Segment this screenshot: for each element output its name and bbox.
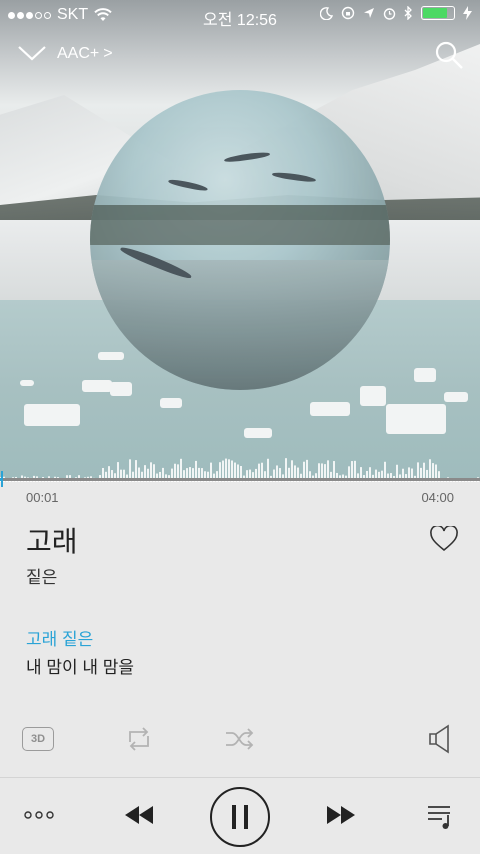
artist-name[interactable]: 짙은 — [26, 563, 57, 588]
lyric-current[interactable]: 고래 짙은 — [26, 625, 93, 650]
codec-label: AAC+ — [57, 45, 100, 62]
art-ice — [244, 428, 272, 438]
chevron-down-icon[interactable] — [16, 42, 48, 64]
battery-icon — [421, 6, 455, 20]
heart-icon[interactable] — [430, 526, 458, 552]
art-whale — [271, 170, 317, 184]
options-row: 3D — [0, 722, 480, 756]
pause-icon — [232, 805, 248, 829]
more-icon[interactable] — [22, 807, 56, 823]
art-whale — [223, 150, 271, 164]
art-ice — [160, 398, 182, 408]
art-ice — [444, 392, 468, 402]
codec-button[interactable]: AAC+ > — [57, 45, 113, 63]
divider — [0, 777, 480, 778]
chevron-right-icon: > — [103, 45, 113, 62]
pause-button[interactable] — [210, 787, 270, 847]
moon-icon — [320, 6, 333, 20]
repeat-icon[interactable] — [122, 722, 156, 756]
player-header: AAC+ > — [0, 38, 480, 72]
3d-button[interactable]: 3D — [22, 727, 54, 751]
lyric-next[interactable]: 내 맘이 내 맘을 — [26, 653, 134, 678]
search-icon[interactable] — [434, 40, 464, 70]
rewind-icon[interactable] — [122, 803, 156, 827]
art-ice — [414, 368, 436, 382]
playback-controls — [0, 785, 480, 847]
current-time: 00:01 — [26, 490, 59, 505]
rotation-lock-icon — [341, 6, 355, 20]
status-bar: SKT 오전 12:56 — [0, 0, 480, 30]
song-title: 고래 — [26, 526, 78, 557]
location-icon — [364, 8, 374, 18]
bluetooth-icon — [404, 6, 412, 20]
fast-forward-icon[interactable] — [324, 803, 358, 827]
art-sphere — [90, 90, 390, 390]
art-ice — [24, 404, 80, 426]
alarm-icon — [383, 7, 396, 20]
total-time: 04:00 — [421, 490, 454, 505]
status-right — [320, 6, 472, 20]
art-whale — [167, 177, 209, 193]
art-sphere-reflection — [90, 260, 390, 390]
speaker-icon[interactable] — [424, 722, 456, 756]
art-ice — [310, 402, 350, 416]
art-ice — [386, 404, 446, 434]
charging-icon — [463, 6, 472, 20]
progress-track[interactable] — [0, 471, 480, 487]
queue-icon[interactable] — [426, 801, 456, 831]
progress-knob[interactable] — [1, 471, 3, 487]
art-ice — [20, 380, 34, 386]
art-sphere-forest — [90, 205, 390, 245]
shuffle-icon[interactable] — [222, 722, 256, 756]
